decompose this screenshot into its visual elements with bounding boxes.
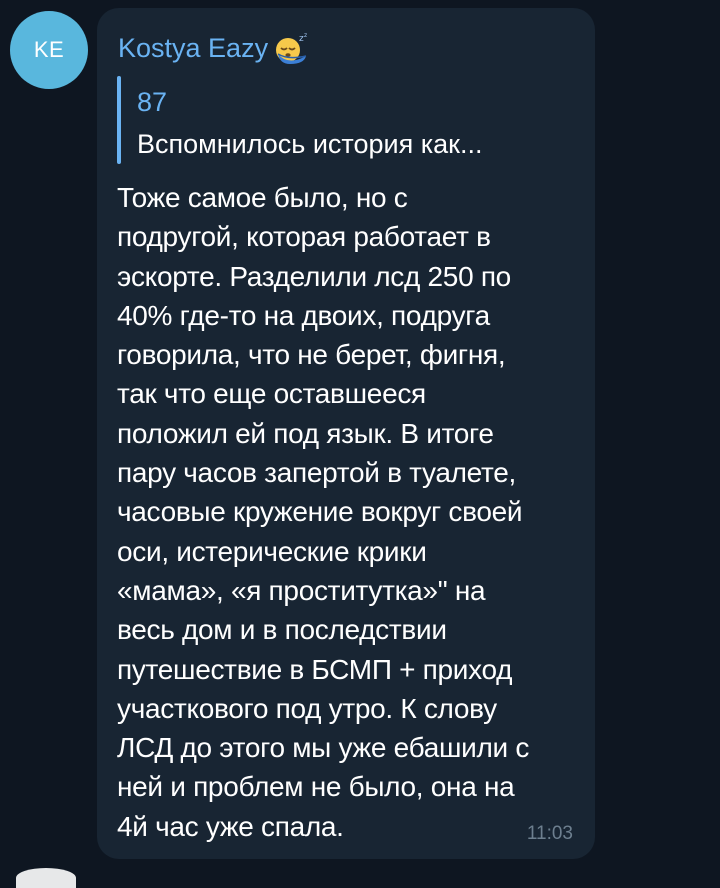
- avatar-initials: KE: [33, 37, 65, 62]
- message-text: Тоже самое было, но с подругой, которая …: [117, 178, 577, 846]
- message-line: 40% где-то на двоих, подруга: [117, 299, 490, 331]
- message-line: часовые кружение вокруг своей: [117, 496, 523, 528]
- next-message-avatar: [16, 868, 76, 888]
- message-line: Тоже самое было, но с: [117, 182, 408, 213]
- message-line: положил ей под язык. В итоге: [117, 417, 494, 449]
- message-line: ней и проблем не было, она на: [117, 771, 515, 803]
- reply-text: Вспомнилось история как...: [137, 129, 483, 159]
- reply-author: 87: [137, 87, 168, 117]
- message-line: ЛСД до этого мы уже ебашили с: [117, 732, 530, 764]
- sleeping-face-emoji-icon: z z: [274, 32, 310, 64]
- message-bubble[interactable]: Kostya Eazy z z 87 Вспомнилось история к…: [97, 8, 595, 859]
- sender-name[interactable]: Kostya Eazy: [118, 32, 268, 64]
- sender-avatar[interactable]: KE: [10, 11, 88, 89]
- message-line: весь дом и в последствии: [117, 614, 447, 646]
- reply-bar: [117, 76, 121, 164]
- message-line: оси, истерические крики: [117, 535, 427, 567]
- message-line: говорила, что не берет, фигня,: [117, 339, 506, 371]
- message-line: участкового под утро. К слову: [117, 692, 497, 724]
- reply-preview[interactable]: 87 Вспомнилось история как...: [117, 76, 577, 168]
- message-line: пару часов запертой в туалете,: [117, 457, 516, 489]
- message-line: подругой, которая работает в: [117, 221, 491, 253]
- message-time: 11:03: [526, 823, 573, 844]
- sender-row: Kostya Eazy z z: [118, 30, 310, 66]
- message-line: 4й час уже спала.: [117, 810, 344, 842]
- message-line: «мама», «я проститутка»" на: [117, 574, 486, 606]
- message-line: эскорте. Разделили лсд 250 по: [117, 260, 511, 292]
- message-line: путешествие в БСМП + приход: [117, 653, 513, 685]
- svg-text:z: z: [304, 32, 307, 39]
- message-line: так что еще оставшееся: [117, 378, 426, 410]
